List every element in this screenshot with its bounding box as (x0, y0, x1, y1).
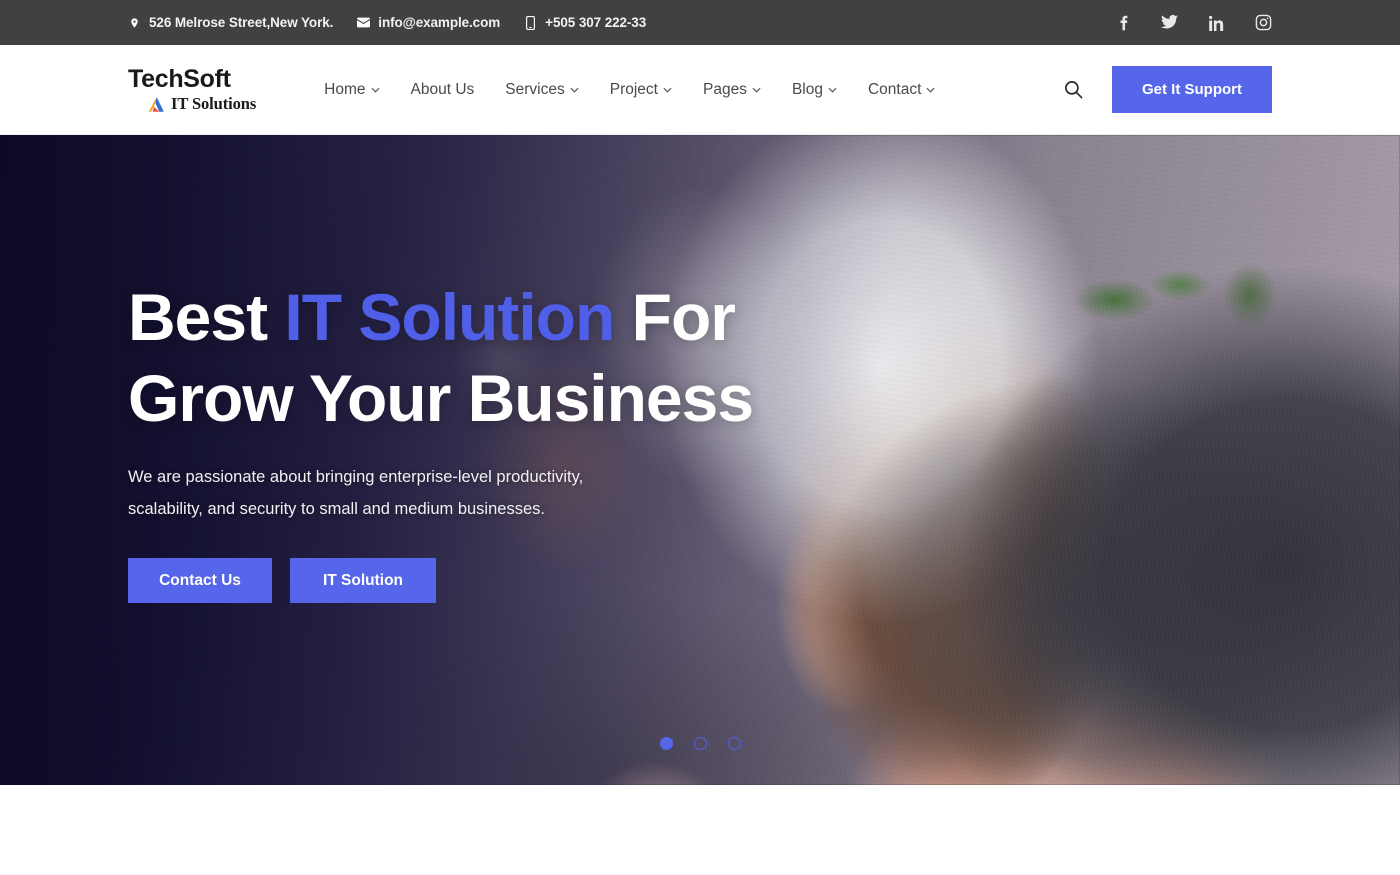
chevron-down-icon (828, 87, 837, 93)
nav-label-about-us: About Us (410, 80, 475, 98)
topbar-email-text: info@example.com (378, 15, 501, 30)
social-links (1114, 14, 1272, 31)
chevron-down-icon (570, 87, 579, 93)
topbar-contact-group: 526 Melrose Street,New York. info@exampl… (128, 15, 646, 30)
nav-label-blog: Blog (791, 80, 823, 98)
hero-heading: Best IT Solution For Grow Your Business (128, 277, 754, 439)
nav-item-blog[interactable]: Blog (792, 81, 837, 99)
nav-item-about-us[interactable]: About Us (411, 81, 475, 99)
facebook-icon[interactable] (1114, 14, 1131, 31)
twitter-icon[interactable] (1161, 14, 1178, 31)
hero-paragraph: We are passionate about bringing enterpr… (128, 468, 584, 519)
hero-content: Best IT Solution For Grow Your Business … (128, 135, 754, 785)
slider-dot-3[interactable] (727, 737, 741, 750)
linkedin-icon[interactable] (1208, 14, 1225, 31)
hero-heading-line2: Grow Your Business (128, 360, 754, 435)
search-icon[interactable] (1062, 79, 1084, 101)
topbar-address-text: 526 Melrose Street,New York. (149, 15, 334, 30)
logo-tagline-row: IT Solutions (128, 93, 257, 113)
mobile-phone-icon (524, 15, 537, 30)
nav-item-contact[interactable]: Contact (868, 81, 935, 99)
location-pin-icon (128, 15, 141, 30)
logo-tagline: IT Solutions (171, 93, 257, 113)
triangle-arrow-logo-icon (148, 96, 164, 112)
topbar-email[interactable]: info@example.com (357, 15, 500, 30)
nav-label-home: Home (324, 80, 366, 98)
topbar-phone-text: +505 307 222-33 (545, 15, 647, 30)
nav-item-project[interactable]: Project (610, 81, 672, 99)
chevron-down-icon (370, 87, 380, 93)
top-contact-bar: 526 Melrose Street,New York. info@exampl… (0, 0, 1400, 45)
get-it-support-button[interactable]: Get It Support (1112, 66, 1272, 113)
chevron-down-icon (663, 87, 672, 93)
logo-brand-name: TechSoft (128, 64, 231, 93)
topbar-address: 526 Melrose Street,New York. (128, 15, 333, 30)
site-logo[interactable]: TechSoft IT Solutions (128, 64, 257, 113)
envelope-icon (357, 15, 371, 30)
chevron-down-icon (752, 87, 761, 93)
slider-dot-2[interactable] (693, 737, 707, 750)
site-header: TechSoft IT Solutions Home About Us Serv… (0, 45, 1400, 135)
hero-heading-part1: Best (128, 279, 285, 354)
nav-label-contact: Contact (867, 80, 922, 98)
hero-button-group: Contact Us IT Solution (128, 558, 753, 604)
hero-slider: Best IT Solution For Grow Your Business … (0, 135, 1400, 785)
hero-heading-part2: For (614, 279, 736, 354)
chevron-down-icon (926, 87, 935, 93)
topbar-phone[interactable]: +505 307 222-33 (524, 15, 646, 30)
nav-item-home[interactable]: Home (324, 80, 380, 99)
slider-dot-1[interactable] (659, 737, 673, 750)
main-navigation: Home About Us Services Project Pages Blo… (324, 81, 935, 99)
hero-heading-accent: IT Solution (284, 279, 615, 354)
header-actions: Get It Support (1062, 66, 1272, 113)
it-solution-button[interactable]: IT Solution (290, 558, 436, 604)
contact-us-button[interactable]: Contact Us (128, 558, 272, 604)
instagram-icon[interactable] (1255, 14, 1272, 31)
nav-item-pages[interactable]: Pages (703, 81, 761, 99)
slider-pagination-dots (0, 737, 1400, 750)
nav-label-project: Project (609, 80, 658, 98)
nav-item-services[interactable]: Services (505, 80, 579, 99)
nav-label-services: Services (505, 80, 565, 98)
page-body-below-hero (0, 785, 1400, 875)
nav-label-pages: Pages (702, 80, 747, 98)
